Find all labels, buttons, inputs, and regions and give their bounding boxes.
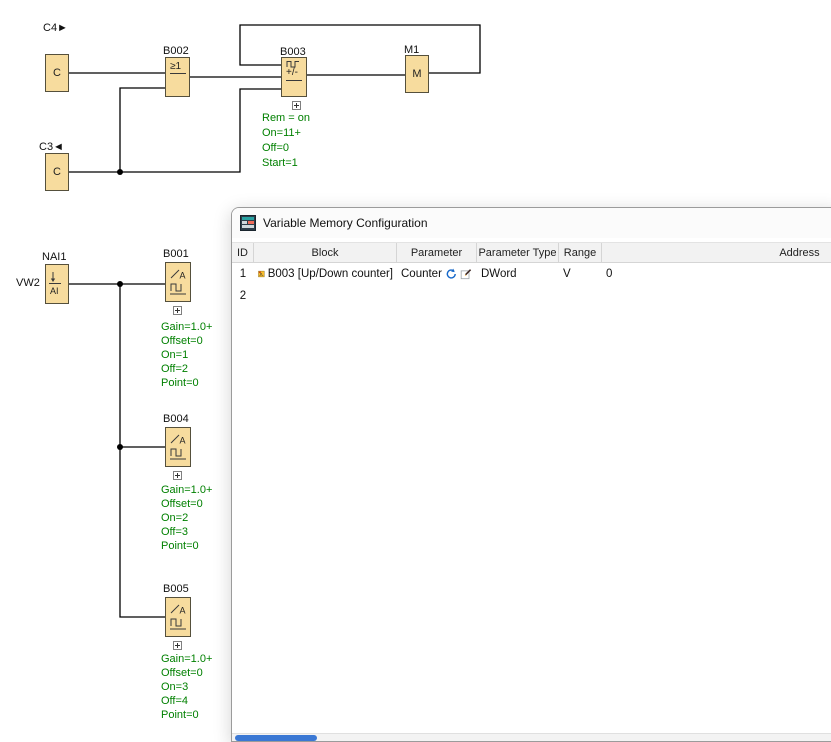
c3-input-block[interactable]: C — [45, 153, 69, 191]
logo-soft-workspace: C4► C B002 ≥1 B003 +/- Rem = on On=11+ O… — [0, 0, 831, 742]
param-line: Off=3 — [161, 525, 212, 539]
b003-updown-counter-block[interactable]: +/- — [281, 57, 307, 97]
cell-parameter — [397, 285, 477, 307]
param-line: Offset=0 — [161, 666, 212, 680]
param-line: Offset=0 — [161, 497, 212, 511]
cell-id: 1 — [232, 263, 254, 285]
table-row[interactable]: 2 — [232, 285, 831, 307]
b002-label: B002 — [163, 45, 189, 57]
cell-parameter: Counter — [397, 263, 477, 285]
expand-icon[interactable] — [173, 306, 182, 315]
ai-symbol: AI — [50, 286, 59, 296]
b004-label: B004 — [163, 413, 189, 425]
param-line: On=3 — [161, 680, 212, 694]
block-icon — [258, 267, 265, 281]
expand-icon[interactable] — [173, 471, 182, 480]
cell-range — [559, 285, 602, 307]
param-line: Offset=0 — [161, 334, 212, 348]
wire-m1-feedback-b003 — [240, 25, 480, 73]
column-header-parameter-type[interactable]: Parameter Type — [477, 243, 559, 262]
cell-address — [602, 285, 831, 307]
amp-symbol: A — [180, 436, 186, 446]
b005-label: B005 — [163, 583, 189, 595]
amp-symbol: A — [180, 271, 186, 281]
column-header-address[interactable]: Address — [602, 243, 831, 262]
param-line: Point=0 — [161, 539, 212, 553]
counter-symbol: C — [53, 67, 61, 79]
param-line: Point=0 — [161, 376, 212, 390]
param-line: On=1 — [161, 348, 212, 362]
analog-amplifier-icon: A — [168, 268, 188, 296]
b001-label: B001 — [163, 248, 189, 260]
variable-memory-app-icon — [240, 215, 256, 231]
dialog-titlebar[interactable]: Variable Memory Configuration — [232, 208, 831, 238]
refresh-icon[interactable] — [445, 266, 458, 282]
updown-symbol: +/- — [286, 68, 298, 78]
c3-input-label: C3◄ — [39, 141, 64, 153]
b002-or-block[interactable]: ≥1 — [165, 57, 190, 97]
horizontal-scrollbar-thumb[interactable] — [235, 735, 317, 741]
wire-c3-b002-branch — [120, 88, 165, 172]
memory-symbol: M — [412, 68, 421, 80]
or-symbol: ≥1 — [170, 61, 186, 74]
cell-block-text: B003 [Up/Down counter] — [268, 268, 393, 280]
param-line: Point=0 — [161, 708, 212, 722]
b005-parameter-text: Gain=1.0+ Offset=0 On=3 Off=4 Point=0 — [161, 652, 212, 722]
column-header-parameter[interactable]: Parameter — [397, 243, 477, 262]
param-line: Rem = on — [262, 111, 310, 126]
cell-id: 2 — [232, 285, 254, 307]
expand-icon[interactable] — [173, 641, 182, 650]
b001-analog-threshold-block[interactable]: A — [165, 262, 191, 302]
nai1-label: NAI1 — [42, 251, 66, 263]
cell-block — [254, 285, 397, 307]
table-row[interactable]: 1 B003 [Up/Down counter] Counter — [232, 263, 831, 285]
vw2-address-label: VW2 — [16, 277, 40, 289]
b004-parameter-text: Gain=1.0+ Offset=0 On=2 Off=3 Point=0 — [161, 483, 212, 553]
horizontal-scrollbar[interactable] — [232, 733, 831, 741]
param-line: On=11+ — [262, 126, 310, 141]
variable-memory-dialog: Variable Memory Configuration ID Block P… — [231, 207, 831, 742]
param-line: Off=2 — [161, 362, 212, 376]
column-header-id[interactable]: ID — [232, 243, 254, 262]
param-line: Gain=1.0+ — [161, 652, 212, 666]
param-line: Gain=1.0+ — [161, 320, 212, 334]
variable-memory-table: ID Block Parameter Parameter Type Range … — [232, 242, 831, 733]
wire-trunk-b005 — [120, 284, 165, 617]
cell-address: 0 — [602, 263, 831, 285]
column-header-block[interactable]: Block — [254, 243, 397, 262]
amp-symbol: A — [180, 606, 186, 616]
analog-amplifier-icon: A — [168, 603, 188, 631]
table-header: ID Block Parameter Parameter Type Range … — [232, 242, 831, 263]
b003-parameter-text: Rem = on On=11+ Off=0 Start=1 — [262, 111, 310, 171]
junction-dot — [117, 444, 123, 450]
nai1-analog-input-block[interactable]: AI — [45, 264, 69, 304]
analog-amplifier-icon: A — [168, 433, 188, 461]
param-line: Gain=1.0+ — [161, 483, 212, 497]
param-line: Off=0 — [262, 141, 310, 156]
cell-block: B003 [Up/Down counter] — [254, 263, 397, 285]
dialog-title: Variable Memory Configuration — [263, 216, 428, 230]
counter-symbol: C — [53, 166, 61, 178]
junction-dot — [117, 169, 123, 175]
wire-c3-b003 — [69, 89, 281, 172]
edit-icon[interactable] — [460, 266, 473, 282]
c4-input-block[interactable]: C — [45, 54, 69, 92]
m1-memory-block[interactable]: M — [405, 55, 429, 93]
cell-parameter-type: DWord — [477, 263, 559, 285]
cell-range: V — [559, 263, 602, 285]
param-line: Off=4 — [161, 694, 212, 708]
analog-input-icon: AI — [47, 270, 67, 298]
b001-parameter-text: Gain=1.0+ Offset=0 On=1 Off=2 Point=0 — [161, 320, 212, 390]
c4-input-label: C4► — [43, 22, 68, 34]
b004-analog-threshold-block[interactable]: A — [165, 427, 191, 467]
expand-icon[interactable] — [292, 101, 301, 110]
column-header-range[interactable]: Range — [559, 243, 602, 262]
junction-dot — [117, 281, 123, 287]
b005-analog-threshold-block[interactable]: A — [165, 597, 191, 637]
param-line: On=2 — [161, 511, 212, 525]
divider — [286, 80, 302, 81]
cell-parameter-type — [477, 285, 559, 307]
cell-parameter-text: Counter — [401, 268, 442, 280]
param-line: Start=1 — [262, 156, 310, 171]
